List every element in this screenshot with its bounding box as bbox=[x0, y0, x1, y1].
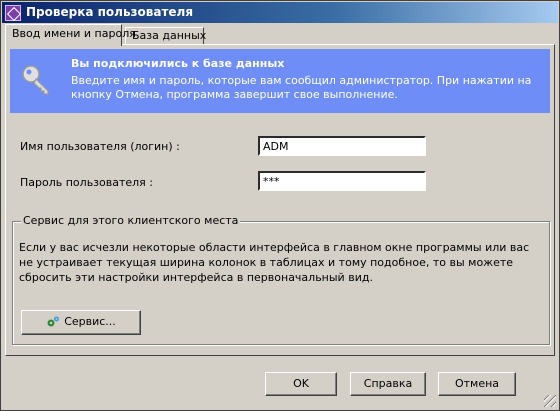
app-icon bbox=[5, 5, 21, 21]
cancel-button[interactable]: Отмена bbox=[438, 372, 516, 396]
resize-grip[interactable] bbox=[544, 395, 556, 407]
password-field[interactable] bbox=[258, 171, 426, 191]
service-group-title: Сервис для этого клиентского места bbox=[21, 214, 241, 227]
key-icon bbox=[22, 65, 49, 95]
service-button-label: Сервис... bbox=[64, 315, 116, 328]
title-bar[interactable]: Проверка пользователя bbox=[2, 2, 558, 23]
ok-button[interactable]: OK bbox=[265, 372, 337, 396]
password-label: Пароль пользователя : bbox=[20, 176, 153, 189]
tab-database[interactable]: База данных bbox=[125, 27, 206, 44]
username-label: Имя пользователя (логин) : bbox=[20, 140, 180, 153]
service-button[interactable]: Сервис... bbox=[21, 310, 141, 335]
user-check-dialog: Проверка пользователя Ввод имени и парол… bbox=[0, 0, 560, 411]
service-group-text: Если у вас исчезли некоторые области инт… bbox=[19, 241, 530, 284]
help-button[interactable]: Справка bbox=[350, 372, 426, 396]
service-group: Сервис для этого клиентского места Если … bbox=[12, 214, 550, 345]
banner-title: Вы подключились к базе данных bbox=[71, 57, 285, 70]
tab-panel-login: Вы подключились к базе данных Введите им… bbox=[5, 44, 555, 356]
tab-login[interactable]: Ввод имени и пароля bbox=[5, 24, 136, 46]
banner-text: Введите имя и пароль, которые вам сообщи… bbox=[71, 74, 532, 101]
gear-icon bbox=[47, 316, 60, 327]
info-banner: Вы подключились к базе данных Введите им… bbox=[10, 49, 550, 113]
username-field[interactable] bbox=[258, 136, 426, 156]
window-title: Проверка пользователя bbox=[26, 5, 194, 19]
